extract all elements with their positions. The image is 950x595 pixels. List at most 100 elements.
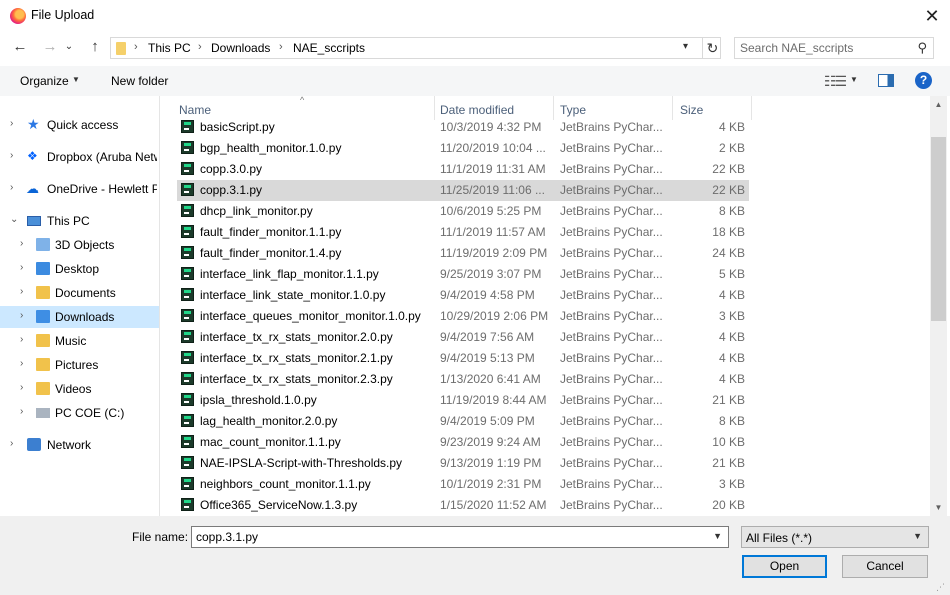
breadcrumb-downloads[interactable]: Downloads: [211, 41, 270, 55]
expand-chevron-icon[interactable]: ›: [10, 118, 13, 129]
help-icon[interactable]: ?: [915, 72, 932, 89]
preview-pane-icon[interactable]: [878, 74, 894, 87]
expand-chevron-icon[interactable]: ›: [20, 286, 23, 297]
forward-arrow-icon[interactable]: →: [39, 36, 61, 58]
file-row[interactable]: fault_finder_monitor.1.4.py 11/19/2019 2:…: [177, 243, 749, 264]
vertical-scrollbar[interactable]: ▲ ▼: [930, 96, 947, 516]
file-row[interactable]: interface_link_state_monitor.1.0.py 9/4/2…: [177, 285, 749, 306]
recent-locations-chevron-icon[interactable]: ⌄: [62, 36, 76, 58]
expand-chevron-icon[interactable]: ›: [20, 382, 23, 393]
firefox-icon: [10, 8, 26, 24]
sidebar-item-videos[interactable]: › Videos: [0, 378, 159, 400]
address-dropdown-icon[interactable]: ▾: [683, 41, 688, 52]
search-input[interactable]: [740, 39, 910, 57]
python-file-icon: [181, 183, 194, 196]
sidebar-item-downloads[interactable]: › Downloads: [0, 306, 159, 328]
sidebar-item-dropbox[interactable]: › ❖ Dropbox (Aruba Netw: [0, 146, 159, 168]
file-row[interactable]: copp.3.0.py 11/1/2019 11:31 AM JetBrains P…: [177, 159, 749, 180]
file-row[interactable]: neighbors_count_monitor.1.1.py 10/1/2019 …: [177, 474, 749, 495]
file-name-combobox[interactable]: ▼: [191, 526, 729, 548]
expand-chevron-icon[interactable]: ›: [20, 358, 23, 369]
sidebar-item-quick-access[interactable]: › ★ Quick access: [0, 114, 159, 136]
sidebar-item-this-pc[interactable]: ⌄ This PC: [0, 210, 159, 232]
expand-chevron-icon[interactable]: ›: [20, 238, 23, 249]
file-row[interactable]: interface_tx_rx_stats_monitor.2.3.py 1/13…: [177, 369, 749, 390]
python-file-icon: [181, 120, 194, 133]
date-modified-cell: 11/20/2019 10:04 ...: [440, 141, 546, 155]
file-name-cell: NAE-IPSLA-Script-with-Thresholds.py: [200, 456, 403, 470]
type-cell: JetBrains PyChar...: [560, 372, 663, 386]
chevron-down-icon[interactable]: ▼: [913, 531, 922, 541]
size-cell: 18 KB: [712, 225, 745, 239]
sidebar-item-3d-objects[interactable]: › 3D Objects: [0, 234, 159, 256]
sidebar-item-desktop[interactable]: › Desktop: [0, 258, 159, 280]
scroll-down-arrow-icon[interactable]: ▼: [930, 499, 947, 516]
search-box[interactable]: ⚲: [734, 37, 934, 59]
new-folder-button[interactable]: New folder: [111, 74, 168, 88]
file-name-cell: copp.3.0.py: [200, 162, 263, 176]
address-bar[interactable]: › This PC › Downloads › NAE_sccripts ▾ ↻: [110, 37, 721, 59]
back-arrow-icon[interactable]: ←: [9, 36, 31, 58]
expand-chevron-icon[interactable]: ›: [20, 310, 23, 321]
file-type-select[interactable]: All Files (*.*) ▼: [741, 526, 929, 548]
file-row[interactable]: Office365_ServiceNow.1.3.py 1/15/2020 11:…: [177, 495, 749, 516]
file-row[interactable]: NAE-IPSLA-Script-with-Thresholds.py 9/13/…: [177, 453, 749, 474]
cancel-button[interactable]: Cancel: [842, 555, 928, 578]
column-header-size[interactable]: Size: [680, 103, 703, 117]
sidebar-item-documents[interactable]: › Documents: [0, 282, 159, 304]
file-row[interactable]: interface_link_flap_monitor.1.1.py 9/25/2…: [177, 264, 749, 285]
resize-grip-icon[interactable]: ⋰: [936, 582, 945, 593]
column-header-date-modified[interactable]: Date modified: [440, 103, 514, 117]
file-row[interactable]: basicScript.py 10/3/2019 4:32 PM JetBrains…: [177, 117, 749, 138]
column-header-name[interactable]: Name: [179, 103, 211, 117]
expand-chevron-icon[interactable]: ›: [10, 438, 13, 449]
file-row[interactable]: interface_tx_rx_stats_monitor.2.1.py 9/4/…: [177, 348, 749, 369]
file-row[interactable]: interface_queues_monitor_monitor.1.0.py 1…: [177, 306, 749, 327]
collapse-chevron-icon[interactable]: ⌄: [10, 214, 18, 225]
sidebar-item-pc-coe-drive[interactable]: › PC COE (C:): [0, 402, 159, 424]
file-row[interactable]: mac_count_monitor.1.1.py 9/23/2019 9:24 A…: [177, 432, 749, 453]
sidebar-item-label: Dropbox (Aruba Netw: [47, 150, 157, 164]
file-row[interactable]: ipsla_threshold.1.0.py 11/19/2019 8:44 AM…: [177, 390, 749, 411]
column-divider[interactable]: [751, 96, 752, 120]
3d-objects-icon: [36, 238, 50, 251]
sidebar-item-pictures[interactable]: › Pictures: [0, 354, 159, 376]
file-name-input[interactable]: [196, 528, 696, 546]
chevron-down-icon[interactable]: ▼: [72, 75, 80, 84]
expand-chevron-icon[interactable]: ›: [20, 406, 23, 417]
file-row[interactable]: dhcp_link_monitor.py 10/6/2019 5:25 PM Jet…: [177, 201, 749, 222]
file-row[interactable]: fault_finder_monitor.1.1.py 11/1/2019 11:…: [177, 222, 749, 243]
python-file-icon: [181, 435, 194, 448]
file-row[interactable]: copp.3.1.py 11/25/2019 11:06 ... JetBrains…: [177, 180, 749, 201]
python-file-icon: [181, 225, 194, 238]
open-button[interactable]: Open: [742, 555, 827, 578]
scroll-thumb[interactable]: [931, 137, 946, 321]
column-header-type[interactable]: Type: [560, 103, 586, 117]
search-icon[interactable]: ⚲: [917, 40, 927, 56]
expand-chevron-icon[interactable]: ›: [20, 262, 23, 273]
expand-chevron-icon[interactable]: ›: [10, 150, 13, 161]
refresh-icon[interactable]: ↻: [702, 38, 722, 58]
scroll-up-arrow-icon[interactable]: ▲: [930, 96, 947, 113]
python-file-icon: [181, 246, 194, 259]
sidebar-item-music[interactable]: › Music: [0, 330, 159, 352]
chevron-down-icon[interactable]: ▼: [850, 75, 858, 84]
file-row[interactable]: interface_tx_rx_stats_monitor.2.0.py 9/4/…: [177, 327, 749, 348]
organize-button[interactable]: Organize: [20, 74, 69, 88]
file-row[interactable]: bgp_health_monitor.1.0.py 11/20/2019 10:0…: [177, 138, 749, 159]
file-row[interactable]: lag_health_monitor.2.0.py 9/4/2019 5:09 P…: [177, 411, 749, 432]
chevron-down-icon[interactable]: ▼: [713, 531, 722, 541]
sidebar-item-onedrive[interactable]: › ☁ OneDrive - Hewlett P: [0, 178, 159, 200]
size-cell: 4 KB: [718, 288, 745, 302]
breadcrumb-this-pc[interactable]: This PC: [148, 41, 191, 55]
up-arrow-icon[interactable]: ↑: [84, 36, 106, 58]
python-file-icon: [181, 351, 194, 364]
close-icon[interactable]: ✕: [918, 3, 946, 29]
size-cell: 8 KB: [718, 414, 745, 428]
expand-chevron-icon[interactable]: ›: [10, 182, 13, 193]
change-view-icon[interactable]: ☷☰: [824, 73, 847, 90]
sidebar-item-network[interactable]: › Network: [0, 434, 159, 456]
breadcrumb-nae-sccripts[interactable]: NAE_sccripts: [293, 41, 365, 55]
type-cell: JetBrains PyChar...: [560, 267, 663, 281]
expand-chevron-icon[interactable]: ›: [20, 334, 23, 345]
